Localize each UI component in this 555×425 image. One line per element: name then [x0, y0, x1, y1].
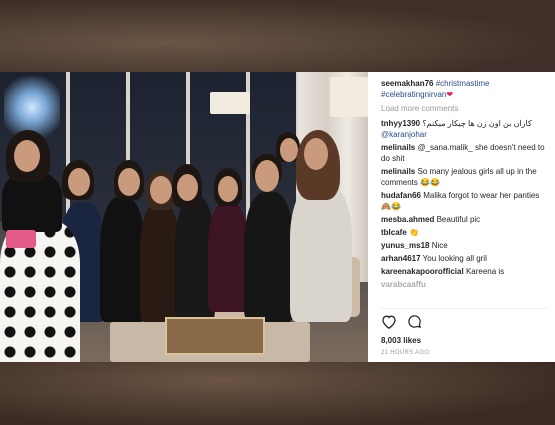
- comment: hudafan66 Malika forgot to wear her pant…: [381, 190, 547, 212]
- comment-username[interactable]: kareenakapoorofficial: [381, 267, 464, 276]
- comment-emoji: 👏: [409, 228, 419, 237]
- comment: varabcaaffu: [381, 279, 547, 290]
- comment-username[interactable]: mesba.ahmed: [381, 215, 434, 224]
- comment-bubble-icon[interactable]: [407, 314, 422, 329]
- comment-mention[interactable]: @karanjohar: [381, 130, 427, 139]
- pink-clutch: [6, 230, 36, 248]
- comment: melinails So many jealous girls all up i…: [381, 166, 547, 188]
- post-sidebar: seemakhan76 #christmastime #celebratingn…: [368, 72, 555, 362]
- caption-username[interactable]: seemakhan76: [381, 79, 433, 88]
- post-caption: seemakhan76 #christmastime #celebratingn…: [381, 78, 547, 100]
- comment-text: You looking all gril: [422, 254, 487, 263]
- comment: mesba.ahmed Beautiful pic: [381, 214, 547, 225]
- blurred-background-top: [0, 0, 555, 72]
- comment-username[interactable]: yunus_ms18: [381, 241, 429, 250]
- comment-text: Beautiful pic: [436, 215, 481, 224]
- comment-username[interactable]: hudafan66: [381, 191, 421, 200]
- comment-emoji: 🙈😂: [381, 202, 401, 211]
- divider: [381, 308, 547, 309]
- post-timestamp: 21 HOURS AGO: [381, 350, 430, 356]
- heart-outline-icon[interactable]: [381, 314, 397, 329]
- comment: arhan4617 You looking all gril: [381, 253, 547, 264]
- comment-username[interactable]: arhan4617: [381, 254, 421, 263]
- instagram-post: seemakhan76 #christmastime #celebratingn…: [0, 72, 555, 362]
- comment: melinails @_sana.malik_ she doesn't need…: [381, 142, 547, 164]
- dessert-tray: [165, 317, 265, 355]
- comment-text: Kareena is: [465, 267, 505, 276]
- post-photo: [0, 72, 368, 362]
- heart-emoji: ❤: [446, 90, 454, 99]
- comment-username[interactable]: tnhyy1390: [381, 119, 420, 128]
- comment-username[interactable]: varabcaaffu: [381, 280, 426, 289]
- comment-text: Malika forgot to wear her panties: [423, 191, 540, 200]
- post-actions: [381, 314, 422, 329]
- comments-list: tnhyy1390 کاراں بن اون زن ها چیکار میکنم…: [381, 118, 547, 290]
- comment: yunus_ms18 Nice: [381, 240, 547, 251]
- comment-emoji: 😂😂: [420, 178, 441, 187]
- comment: tblcafe 👏: [381, 227, 547, 238]
- blurred-background-bottom: [0, 362, 555, 425]
- comment-text: Nice: [431, 241, 448, 250]
- comment: tnhyy1390 کاراں بن اون زن ها چیکار میکنم…: [381, 118, 547, 140]
- comment-username[interactable]: tblcafe: [381, 228, 407, 237]
- comment: kareenakapoorofficial Kareena is: [381, 266, 547, 277]
- comment-username[interactable]: melinails: [381, 143, 415, 152]
- load-more-comments-link[interactable]: Load more comments: [381, 104, 547, 113]
- like-count[interactable]: 8,003 likes: [381, 336, 421, 345]
- comment-username[interactable]: melinails: [381, 167, 415, 176]
- comment-text: کاراں بن اون زن ها چیکار میکنم؟: [422, 119, 532, 128]
